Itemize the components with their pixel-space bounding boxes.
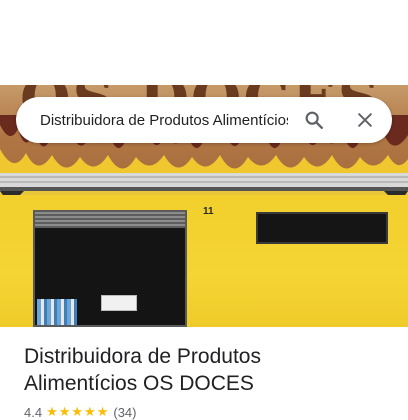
- storefront-window: [256, 212, 388, 244]
- star-rating-icon: ★★★★★: [46, 404, 110, 419]
- clear-search-button[interactable]: [353, 108, 377, 132]
- rating-row[interactable]: 4.4 ★★★★★ (34): [24, 404, 137, 420]
- house-number: 11: [203, 206, 214, 217]
- search-bar: [16, 97, 392, 143]
- product-shelf: [37, 299, 77, 325]
- place-title-line-2: Alimentícios OS DOCES: [24, 372, 254, 395]
- display-counter: [101, 295, 137, 311]
- search-button[interactable]: [302, 108, 326, 132]
- review-count: (34): [113, 404, 137, 420]
- place-title: Distribuidora de Produtos Alimentícios O…: [24, 343, 394, 397]
- close-icon: [358, 113, 372, 127]
- search-icon: [305, 111, 323, 129]
- search-input[interactable]: [40, 111, 288, 129]
- shop-entrance: [33, 210, 187, 327]
- rolling-shutter: [35, 212, 185, 228]
- place-title-line-1: Distribuidora de Produtos: [24, 345, 261, 368]
- rating-value: 4.4: [24, 404, 43, 420]
